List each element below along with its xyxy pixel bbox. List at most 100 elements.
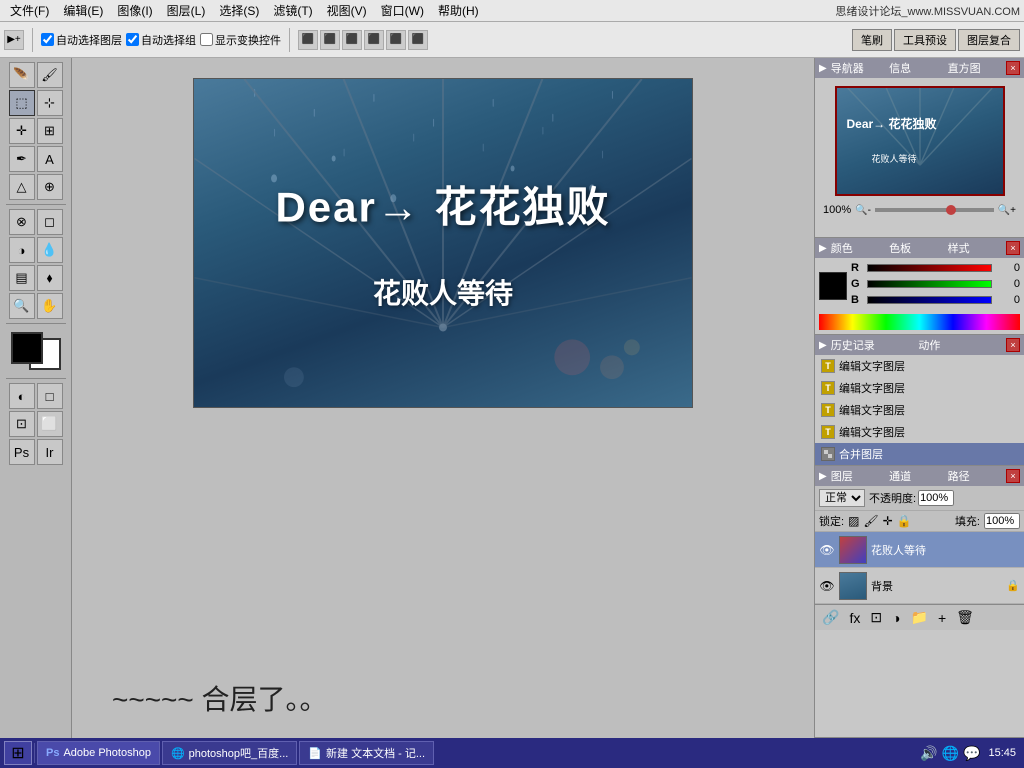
dodge-tool[interactable]: ◑ xyxy=(9,237,35,263)
menu-file[interactable]: 文件(F) xyxy=(4,0,55,21)
menu-edit[interactable]: 编辑(E) xyxy=(57,0,109,21)
layer-comp-btn[interactable]: 图层复合 xyxy=(958,29,1020,51)
navigator-tab3[interactable]: 直方图 xyxy=(948,60,1006,76)
history-item-5[interactable]: 合并图层 xyxy=(815,443,1024,465)
layer-folder-btn[interactable]: 📁 xyxy=(908,609,931,626)
color-slider-b[interactable] xyxy=(867,296,992,304)
layers-tab2[interactable]: 通道 xyxy=(889,468,947,484)
eraser-tool[interactable]: ◻ xyxy=(37,209,63,235)
layer-delete-btn[interactable]: 🗑 xyxy=(953,609,977,626)
layer-item-1[interactable]: 👁 花败人等待 xyxy=(815,532,1024,568)
brush-tool[interactable]: 🖌 xyxy=(37,62,63,88)
navigator-tab2[interactable]: 信息 xyxy=(889,60,947,76)
tray-icon-3[interactable]: 💬 xyxy=(963,745,980,762)
layer-item-2[interactable]: 👁 背景 🔒 xyxy=(815,568,1024,604)
lock-all-icon[interactable]: 🔒 xyxy=(897,514,912,528)
color-slider-r[interactable] xyxy=(867,264,992,272)
toolbar-align-4[interactable]: ⬛ xyxy=(364,30,384,50)
layers-expand-icon[interactable]: ▶ xyxy=(819,471,827,482)
lock-paint-icon[interactable]: 🖌 xyxy=(863,514,878,528)
move-tool[interactable]: ✛ xyxy=(9,118,35,144)
navigator-close-icon[interactable]: × xyxy=(1006,61,1020,75)
zoom-out-icon[interactable]: 🔍- xyxy=(855,205,871,216)
toolbar-align-6[interactable]: ⬛ xyxy=(408,30,428,50)
opacity-input[interactable] xyxy=(918,490,954,506)
canvas-scroll[interactable]: Dear→ 花花独败 花败人等待 xyxy=(72,58,814,658)
color-slider-g[interactable] xyxy=(867,280,992,288)
history-item-3[interactable]: T 编辑文字图层 xyxy=(815,399,1024,421)
toolbar-align-1[interactable]: ⬛ xyxy=(298,30,318,50)
crop-tool[interactable]: ⊞ xyxy=(37,118,63,144)
pen-tool[interactable]: ✒ xyxy=(9,146,35,172)
menu-help[interactable]: 帮助(H) xyxy=(432,0,485,21)
type-tool[interactable]: A xyxy=(37,146,63,172)
history-item-4[interactable]: T 编辑文字图层 xyxy=(815,421,1024,443)
color-title[interactable]: 颜色 xyxy=(831,240,889,256)
layer-link-btn[interactable]: 🔗 xyxy=(819,609,842,626)
shape-tool[interactable]: △ xyxy=(9,174,35,200)
menu-view[interactable]: 视图(V) xyxy=(321,0,373,21)
layer-new-btn[interactable]: + xyxy=(935,610,949,626)
tray-icon-1[interactable]: 🔊 xyxy=(920,745,937,762)
zoom-handle[interactable] xyxy=(946,205,956,215)
brush-preset-btn[interactable]: 笔刷 xyxy=(852,29,892,51)
zoom-slider[interactable] xyxy=(875,208,994,212)
layer-mask-btn[interactable]: ⊡ xyxy=(867,609,885,626)
color-tab2[interactable]: 色板 xyxy=(889,240,947,256)
history-item-2[interactable]: T 编辑文字图层 xyxy=(815,377,1024,399)
screen-mode[interactable]: ⊡ xyxy=(9,411,35,437)
paint-bucket[interactable]: ⬧ xyxy=(37,265,63,291)
auto-select-layer-check[interactable]: 自动选择图层 xyxy=(41,32,122,48)
fill-input[interactable] xyxy=(984,513,1020,529)
show-transform-check[interactable]: 显示变换控件 xyxy=(200,32,281,48)
tray-icon-2[interactable]: 🌐 xyxy=(942,745,959,762)
toolbar-align-5[interactable]: ⬛ xyxy=(386,30,406,50)
layers-close-icon[interactable]: × xyxy=(1006,469,1020,483)
feather-tool[interactable]: 🪶 xyxy=(9,62,35,88)
menu-image[interactable]: 图像(I) xyxy=(111,0,158,21)
auto-select-group-check[interactable]: 自动选择组 xyxy=(126,32,196,48)
menu-filter[interactable]: 滤镜(T) xyxy=(267,0,318,21)
color-swatch[interactable] xyxy=(819,272,847,300)
layers-tab3[interactable]: 路径 xyxy=(948,468,1006,484)
menu-layer[interactable]: 图层(L) xyxy=(161,0,212,21)
color-spectrum[interactable] xyxy=(819,314,1020,330)
standard-mode[interactable]: □ xyxy=(37,383,63,409)
lock-move-icon[interactable]: ✛ xyxy=(883,514,893,528)
layer-fx-btn[interactable]: fx xyxy=(846,610,863,626)
heal-tool[interactable]: ⊗ xyxy=(9,209,35,235)
auto-select-layer-input[interactable] xyxy=(41,33,54,46)
start-button[interactable]: ⊞ xyxy=(4,741,32,765)
foreground-color[interactable] xyxy=(11,332,43,364)
layer-vis-1[interactable]: 👁 xyxy=(819,542,835,558)
lasso-tool[interactable]: ⊹ xyxy=(37,90,63,116)
history-tab2[interactable]: 动作 xyxy=(918,337,1006,353)
show-transform-input[interactable] xyxy=(200,33,213,46)
auto-select-group-input[interactable] xyxy=(126,33,139,46)
taskbar-item-notepad[interactable]: 📄 新建 文本文档 - 记... xyxy=(299,741,434,765)
menu-select[interactable]: 选择(S) xyxy=(213,0,265,21)
selection-tool[interactable]: ⬚ xyxy=(9,90,35,116)
hand-tool[interactable]: ✋ xyxy=(37,293,63,319)
gradient-tool[interactable]: ▤ xyxy=(9,265,35,291)
layer-adjustment-btn[interactable]: ◑ xyxy=(889,610,903,626)
clone-tool[interactable]: ⊕ xyxy=(37,174,63,200)
blur-tool[interactable]: 💧 xyxy=(37,237,63,263)
mask-tool[interactable]: ◐ xyxy=(9,383,35,409)
toolbar-align-2[interactable]: ⬛ xyxy=(320,30,340,50)
history-expand-icon[interactable]: ▶ xyxy=(819,340,827,351)
jump-ir[interactable]: Ir xyxy=(37,439,63,465)
taskbar-item-photoshop[interactable]: Ps Adobe Photoshop xyxy=(37,741,160,765)
full-screen[interactable]: ⬜ xyxy=(37,411,63,437)
history-close-icon[interactable]: × xyxy=(1006,338,1020,352)
color-tab3[interactable]: 样式 xyxy=(948,240,1006,256)
lock-transparency-icon[interactable]: ▨ xyxy=(848,514,859,528)
history-title[interactable]: 历史记录 xyxy=(831,337,919,353)
move-tool-icon[interactable]: ▶+ xyxy=(4,30,24,50)
taskbar-item-browser[interactable]: 🌐 photoshop吧_百度... xyxy=(162,741,297,765)
layers-title[interactable]: 图层 xyxy=(831,468,889,484)
zoom-in-icon[interactable]: 🔍+ xyxy=(998,205,1016,216)
blend-mode-select[interactable]: 正常 xyxy=(819,489,865,507)
tool-preset-btn[interactable]: 工具预设 xyxy=(894,29,956,51)
history-item-1[interactable]: T 编辑文字图层 xyxy=(815,355,1024,377)
